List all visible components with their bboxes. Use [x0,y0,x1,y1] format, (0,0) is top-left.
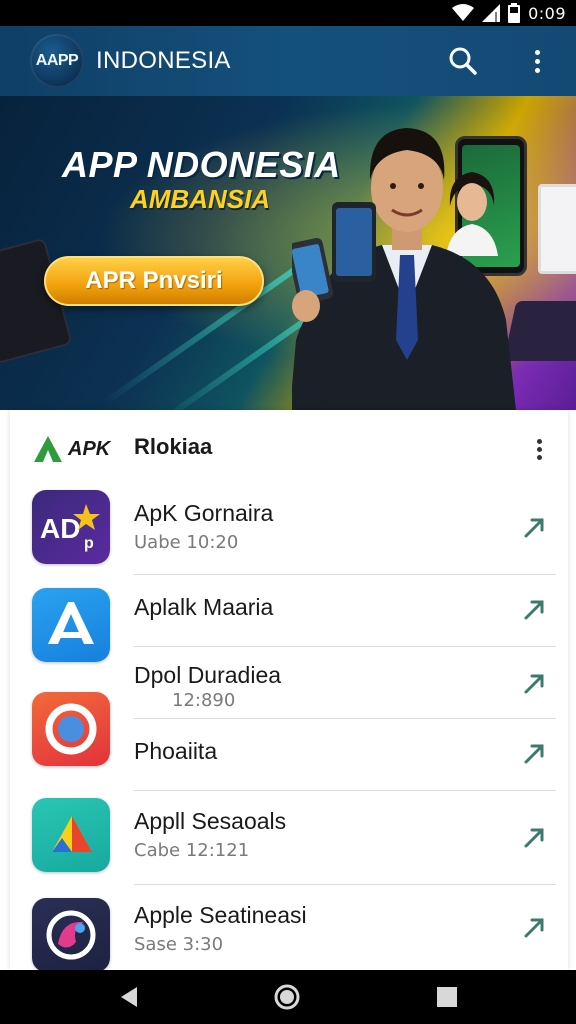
system-nav-bar [0,970,576,1024]
app-bar: AAPP INDONESIA [0,26,576,96]
open-arrow-icon[interactable] [522,914,548,940]
list-header: APK Rlokiaa [10,410,568,486]
divider [134,884,556,885]
app-title: INDONESIA [96,47,231,74]
promo-banner[interactable]: APP NDONESIA AMBANSIA APR Pnvsiri [0,96,576,410]
search-icon [449,47,477,75]
dot-icon [536,438,542,444]
app-name[interactable]: Phoaiita [134,738,217,765]
ad-app-icon[interactable]: AD p [32,490,110,564]
dot-icon [536,446,542,452]
divider [134,790,556,791]
triangle-app-icon[interactable] [32,798,110,872]
app-subtitle: Uabe 10:20 [134,532,239,553]
apk-triangle-icon [34,436,62,462]
apk-logo-text: APK [68,437,111,460]
svg-text:AD: AD [40,513,80,544]
open-arrow-icon[interactable] [522,824,548,850]
triangle-icon [52,816,92,852]
app-name[interactable]: Apple Seatineasi [134,902,307,929]
app-subtitle: Cabe 12:121 [134,840,250,861]
clock: 0:09 [528,3,566,23]
swirl-icon [46,910,96,960]
divider [134,718,556,719]
open-arrow-icon[interactable] [522,740,548,766]
signal-icon [482,4,501,22]
wifi-icon [452,4,475,21]
app-list-card: APK Rlokiaa AD p ApK Gornaira Uabe 10:20… [10,410,568,970]
list-overflow-button[interactable] [532,436,546,462]
app-subtitle: Sase 3:30 [134,934,224,955]
dot-icon [534,49,540,55]
dot-icon [534,67,540,73]
ad-icon: AD p [40,504,100,552]
divider [134,574,556,575]
app-name[interactable]: Aplalk Maaria [134,594,273,621]
app-name[interactable]: ApK Gornaira [134,500,273,527]
open-arrow-icon[interactable] [522,514,548,540]
banner-title: APP NDONESIA [62,144,341,185]
recents-button[interactable] [432,982,462,1012]
apk-logo: APK [34,436,110,462]
circle-icon [45,703,97,755]
open-arrow-icon[interactable] [522,596,548,622]
circle-app-icon[interactable] [32,692,110,766]
app-name[interactable]: Appll Sesaoals [134,808,286,835]
swirl-app-icon[interactable] [32,898,110,970]
dot-icon [534,58,540,64]
status-bar: 0:09 [0,0,576,26]
banner-cta-button[interactable]: APR Pnvsiri [44,256,264,306]
back-button[interactable] [114,982,144,1012]
open-arrow-icon[interactable] [522,670,548,696]
back-triangle-icon [121,987,137,1007]
monitor-illustration [538,184,576,274]
overflow-menu-button[interactable] [524,44,550,78]
home-button[interactable] [272,982,302,1012]
home-circle-icon [274,984,300,1010]
a-letter-app-icon[interactable] [32,588,110,662]
divider [134,646,556,647]
app-logo: AAPP [30,34,84,88]
a-letter-icon [48,602,94,644]
recents-square-icon [437,987,457,1007]
list-title: Rlokiaa [134,434,213,459]
search-button[interactable] [446,44,480,78]
app-name[interactable]: Dpol Duradiea [134,662,281,689]
svg-text:p: p [84,535,94,552]
app-subtitle: 12:890 [172,690,236,711]
battery-icon [508,3,521,23]
dot-icon [536,454,542,460]
banner-subtitle: AMBANSIA [130,184,271,214]
